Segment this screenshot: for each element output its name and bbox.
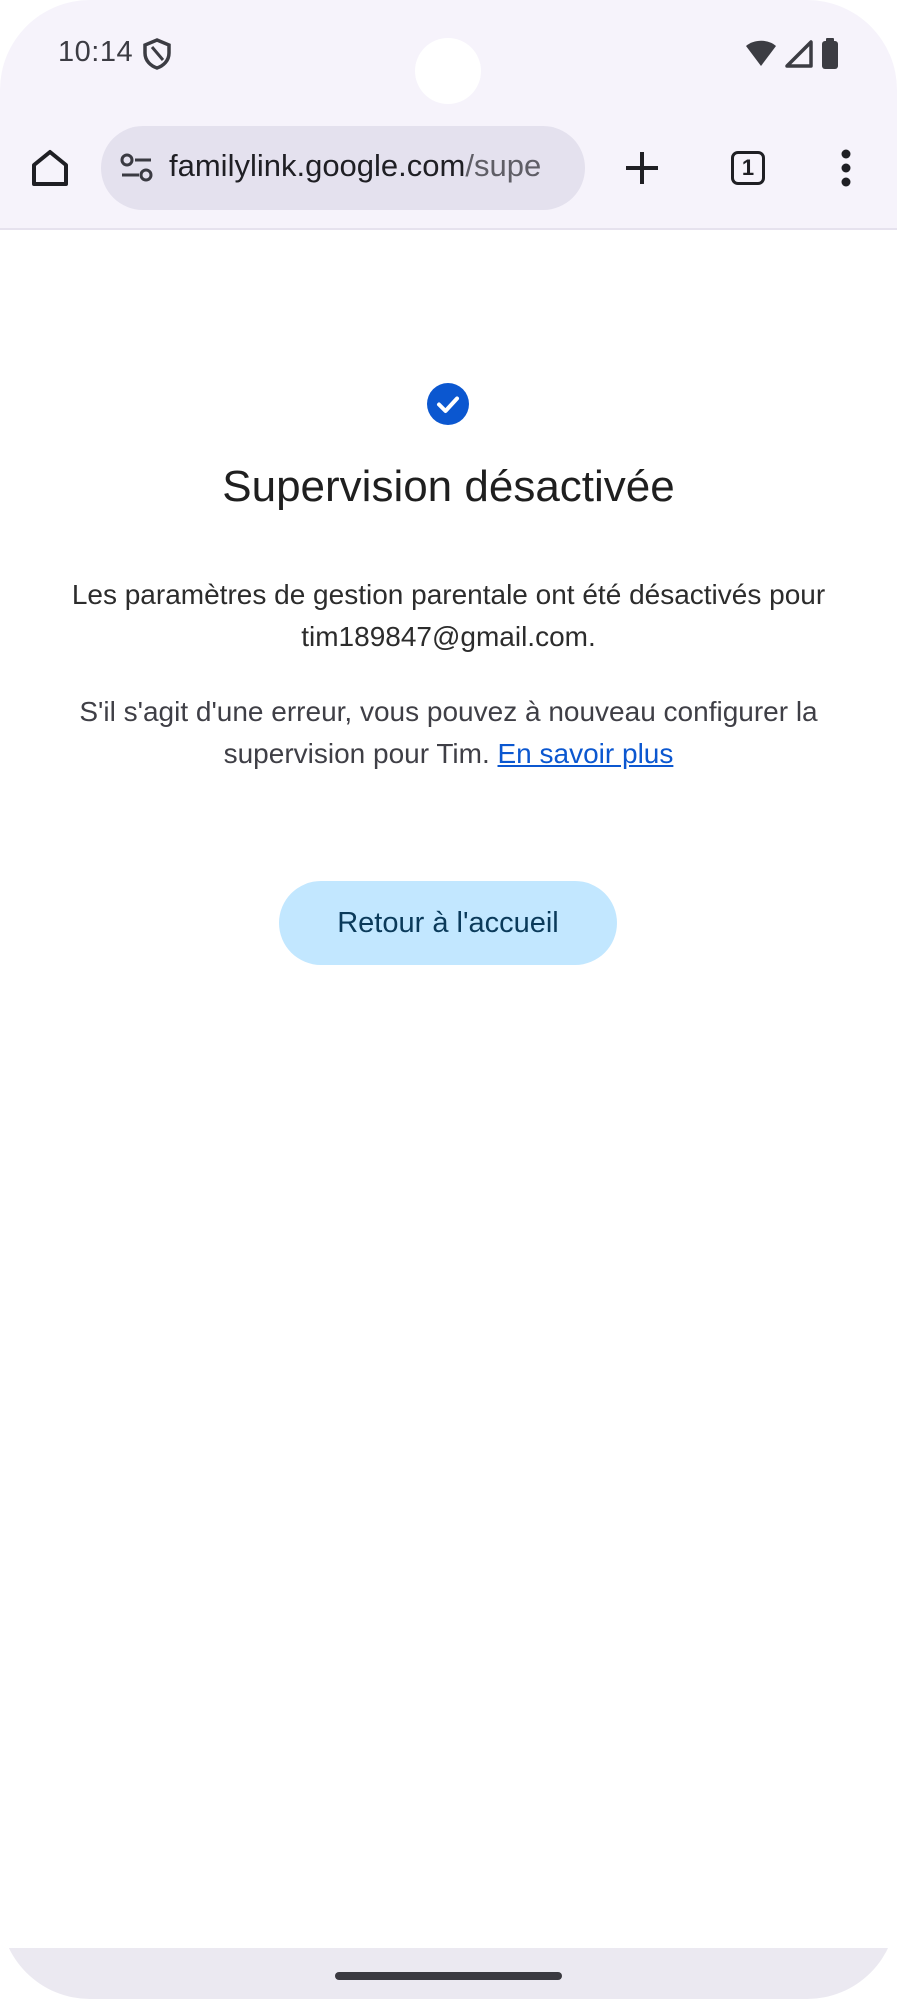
gesture-nav-area [0, 1948, 897, 1999]
shield-icon [142, 38, 172, 70]
url-path: /supe [465, 148, 542, 183]
browser-toolbar: familylink.google.com/supe 1 [0, 110, 897, 230]
check-circle-icon [427, 383, 469, 425]
tab-count: 1 [741, 155, 755, 180]
more-vert-icon [841, 149, 851, 187]
plus-icon [626, 152, 658, 184]
url-text[interactable]: familylink.google.com/supe [169, 148, 569, 184]
page-title: Supervision désactivée [222, 462, 675, 511]
home-icon [32, 150, 68, 186]
more-menu-button[interactable] [818, 140, 874, 196]
confirmation-message: Les paramètres de gestion parentale ont … [71, 579, 826, 652]
wifi-icon [745, 40, 777, 73]
return-home-button[interactable]: Retour à l'accueil [279, 881, 617, 965]
battery-icon [821, 38, 839, 75]
tab-switcher-button[interactable]: 1 [720, 140, 776, 196]
front-camera [415, 38, 481, 104]
gesture-handle[interactable] [335, 1972, 562, 1980]
url-domain: familylink.google.com [169, 148, 466, 183]
learn-more-link[interactable]: En savoir plus [498, 738, 674, 769]
home-button[interactable] [22, 140, 78, 196]
status-icons [745, 38, 839, 75]
error-help-message: S'il s'agit d'une erreur, vous pouvez à … [40, 691, 857, 775]
site-settings-icon[interactable] [117, 148, 157, 188]
address-bar[interactable]: familylink.google.com/supe [101, 126, 585, 210]
tabs-icon: 1 [731, 151, 765, 185]
status-time: 10:14 [58, 36, 134, 68]
cell-signal-icon [785, 40, 813, 73]
phone-screen: 10:14 familylink.google.com/supe 1 Super… [0, 0, 897, 1999]
status-bar: 10:14 [0, 0, 897, 110]
error-help-text: S'il s'agit d'une erreur, vous pouvez à … [79, 696, 818, 769]
new-tab-button[interactable] [614, 140, 670, 196]
